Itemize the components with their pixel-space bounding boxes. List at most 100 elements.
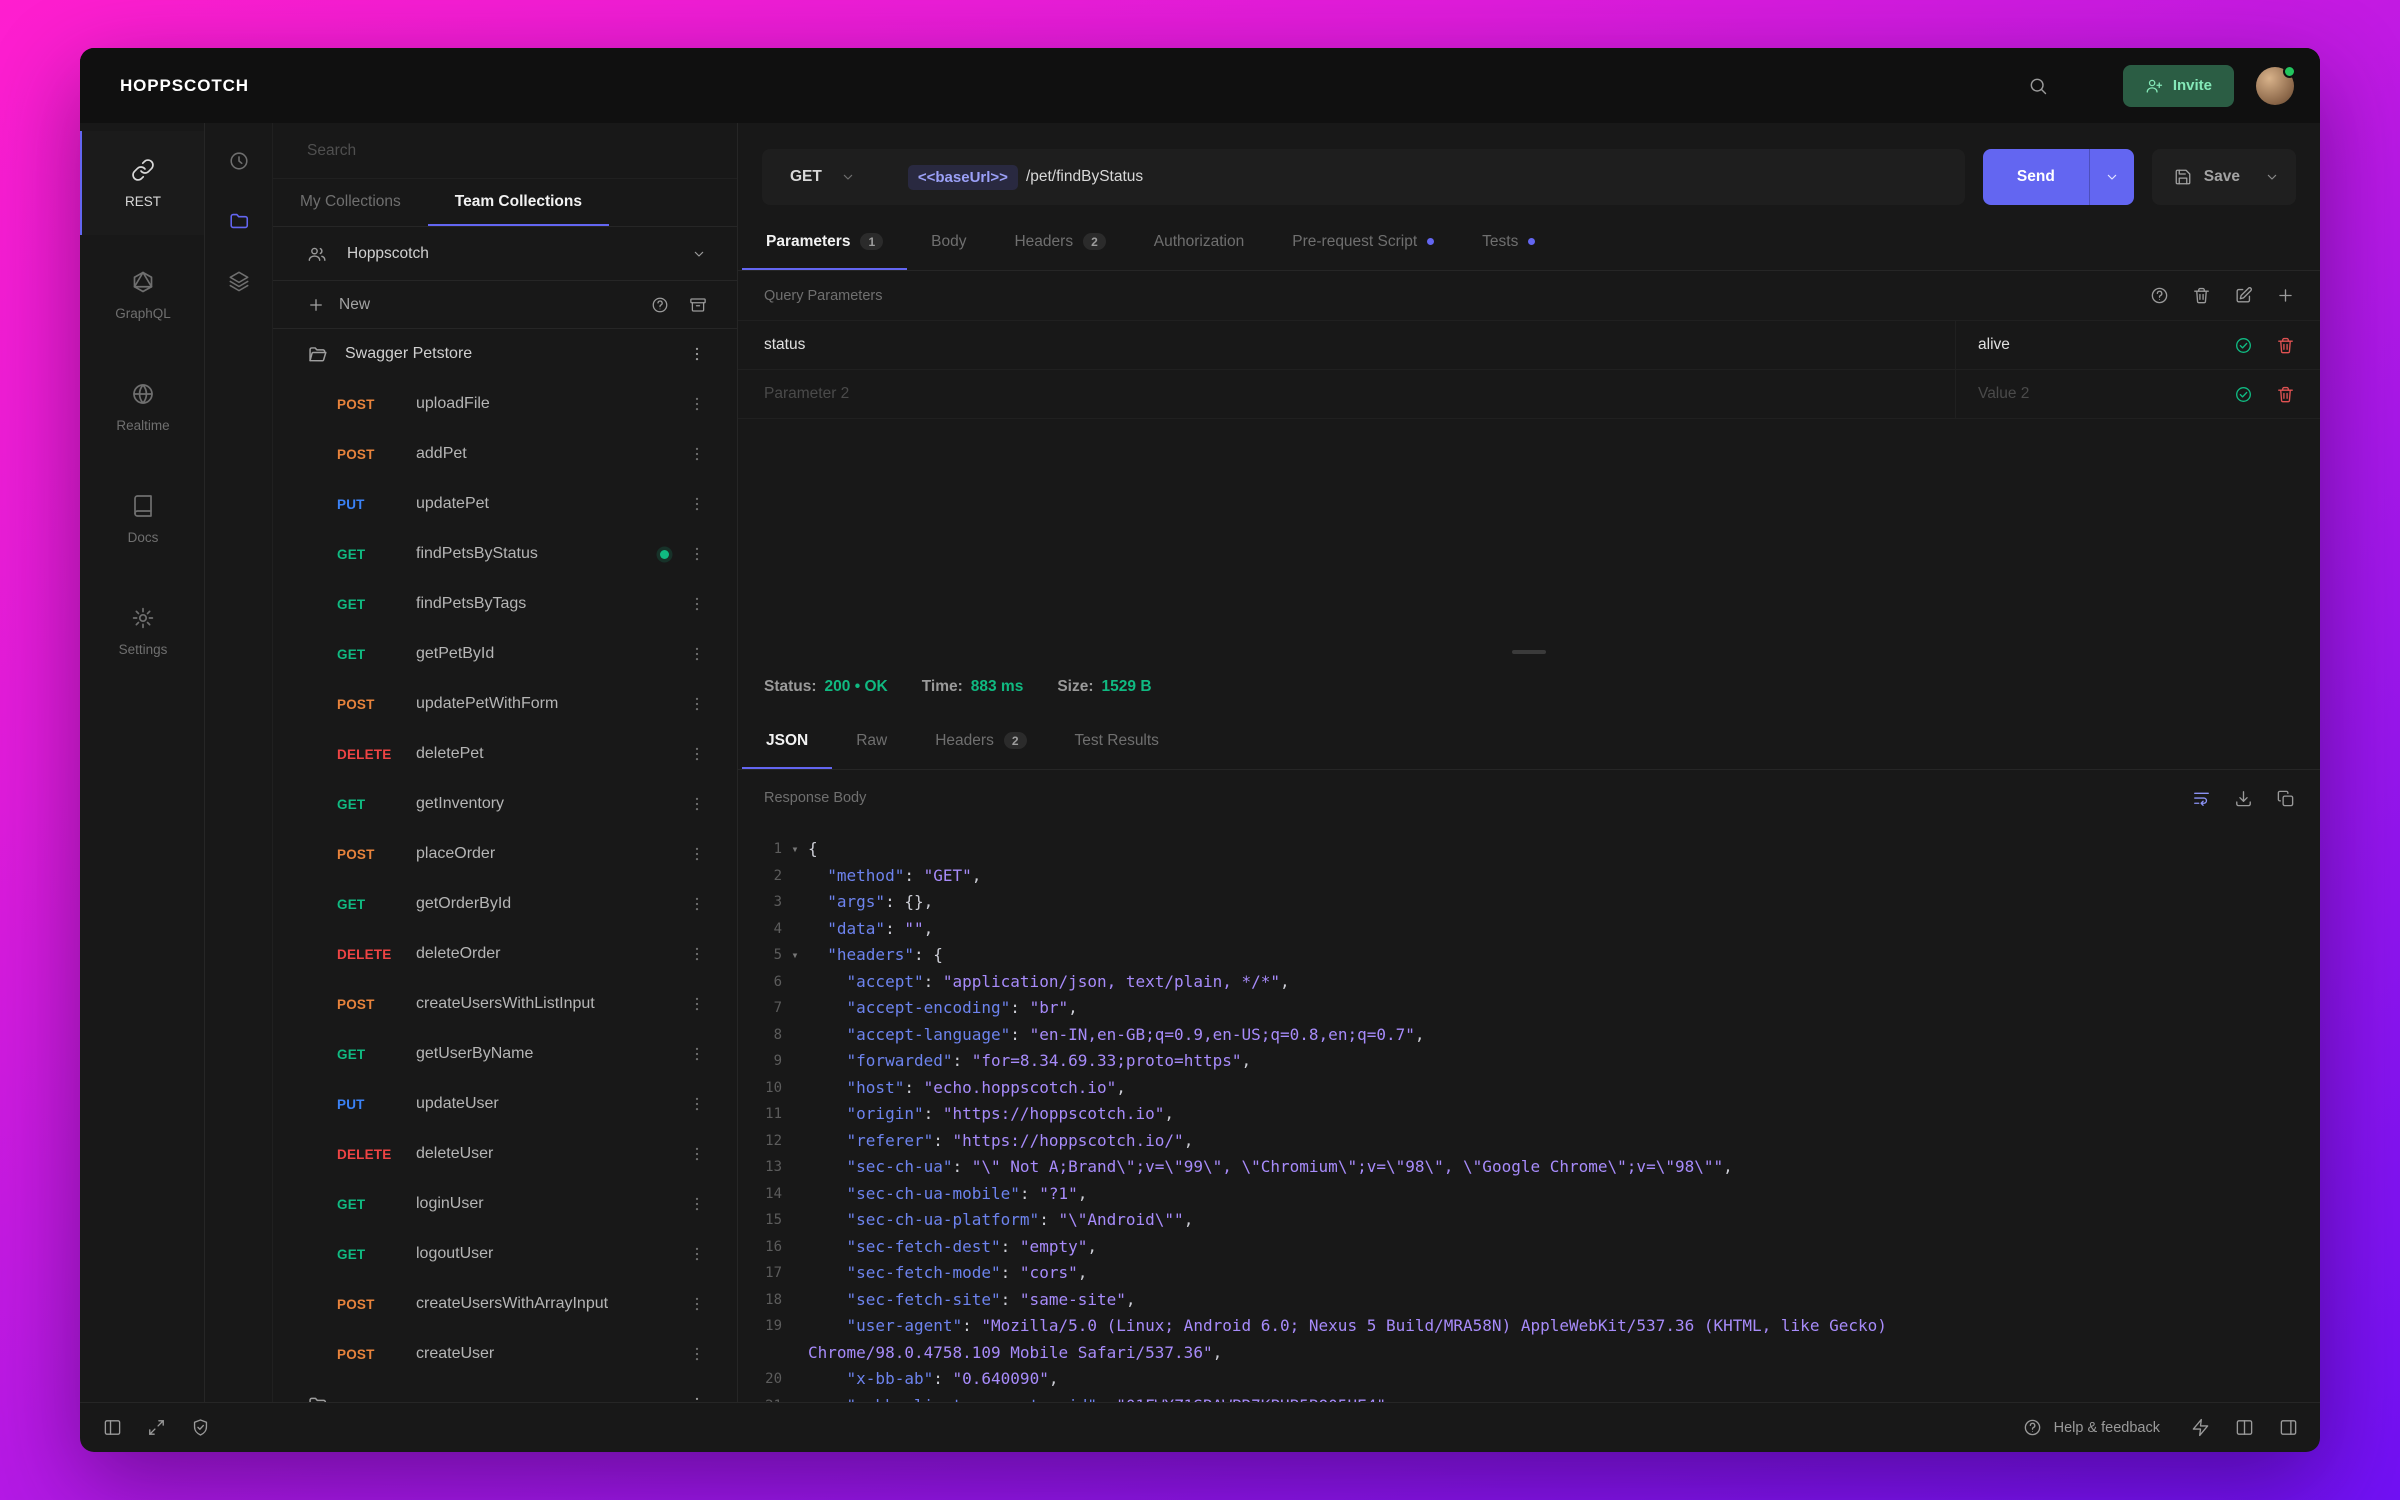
tab-team-collections[interactable]: Team Collections xyxy=(427,179,609,226)
copy-button[interactable] xyxy=(2268,781,2302,815)
request-item-loginUser[interactable]: GET loginUser xyxy=(273,1179,737,1229)
options-menu-button[interactable] xyxy=(683,1090,711,1118)
request-item-logoutUser[interactable]: GET logoutUser xyxy=(273,1229,737,1279)
param-value-input[interactable]: Value 2 xyxy=(1955,370,2225,418)
tab-pre-request-script[interactable]: Pre-request Script xyxy=(1268,215,1458,270)
param-delete-button[interactable] xyxy=(2268,328,2302,362)
import-export-button[interactable] xyxy=(681,288,715,322)
request-item-addPet[interactable]: POST addPet xyxy=(273,429,737,479)
options-menu-button[interactable] xyxy=(683,940,711,968)
panel-tab-clock[interactable] xyxy=(217,139,261,183)
request-item-findPetsByTags[interactable]: GET findPetsByTags xyxy=(273,579,737,629)
sidebar-item-docs[interactable]: Docs xyxy=(80,467,204,571)
url-input[interactable]: <<baseUrl>> /pet/findByStatus xyxy=(880,164,1965,190)
collections-help-button[interactable] xyxy=(643,288,677,322)
request-item-createUsersWithListInput[interactable]: POST createUsersWithListInput xyxy=(273,979,737,1029)
param-key-input[interactable]: Parameter 2 xyxy=(738,370,1955,418)
send-options-button[interactable] xyxy=(2088,149,2134,205)
options-menu-button[interactable] xyxy=(683,790,711,818)
options-menu-button[interactable] xyxy=(683,1140,711,1168)
trash-button[interactable] xyxy=(2184,279,2218,313)
request-item-placeOrder[interactable]: POST placeOrder xyxy=(273,829,737,879)
param-value-input[interactable]: alive xyxy=(1955,321,2225,369)
request-item-createUsersWithArrayInput[interactable]: POST createUsersWithArrayInput xyxy=(273,1279,737,1329)
options-menu-button[interactable] xyxy=(683,640,711,668)
save-button[interactable]: Save xyxy=(2151,149,2296,205)
collection-folder[interactable]: Swagger Petstore xyxy=(273,329,737,379)
options-menu-button[interactable] xyxy=(683,1290,711,1318)
fold-toggle-icon[interactable]: ▾ xyxy=(782,942,808,969)
sidebar-item-graphql[interactable]: GraphQL xyxy=(80,243,204,347)
request-item-findPetsByStatus[interactable]: GET findPetsByStatus xyxy=(273,529,737,579)
expand-button[interactable] xyxy=(138,1410,174,1446)
tab-parameters[interactable]: Parameters 1 xyxy=(742,215,908,270)
wrap-text-button[interactable] xyxy=(2184,781,2218,815)
collection-folder[interactable] xyxy=(273,1379,737,1402)
sidebar-item-realtime[interactable]: Realtime xyxy=(80,355,204,459)
request-item-createUser[interactable]: POST createUser xyxy=(273,1329,737,1379)
avatar[interactable] xyxy=(2256,64,2296,105)
tab-authorization[interactable]: Authorization xyxy=(1130,215,1268,270)
method-select[interactable]: GET xyxy=(762,149,880,205)
download-button[interactable] xyxy=(2226,781,2260,815)
tab-my-collections[interactable]: My Collections xyxy=(273,179,428,226)
options-menu-button[interactable] xyxy=(683,540,711,568)
options-menu-button[interactable] xyxy=(683,440,711,468)
request-item-deleteOrder[interactable]: DELETE deleteOrder xyxy=(273,929,737,979)
send-button[interactable]: Send xyxy=(1982,149,2134,205)
sidebar-item-rest[interactable]: REST xyxy=(80,131,204,235)
tab-headers[interactable]: Headers 2 xyxy=(911,714,1050,769)
options-menu-button[interactable] xyxy=(683,1190,711,1218)
options-menu-button[interactable] xyxy=(683,590,711,618)
tab-body[interactable]: Body xyxy=(907,215,990,270)
request-item-getPetById[interactable]: GET getPetById xyxy=(273,629,737,679)
tab-test-results[interactable]: Test Results xyxy=(1051,714,1183,769)
panel-tab-folder[interactable] xyxy=(217,199,261,243)
options-menu-button[interactable] xyxy=(683,890,711,918)
shield-check-button[interactable] xyxy=(182,1410,218,1446)
request-item-updatePet[interactable]: PUT updatePet xyxy=(273,479,737,529)
panel-tab-layers[interactable] xyxy=(217,259,261,303)
tab-tests[interactable]: Tests xyxy=(1458,215,1559,270)
options-menu-button[interactable] xyxy=(683,990,711,1018)
edit-button[interactable] xyxy=(2226,279,2260,313)
tab-json[interactable]: JSON xyxy=(742,714,833,769)
columns-button[interactable] xyxy=(2226,1410,2262,1446)
search-input[interactable] xyxy=(307,141,703,160)
new-collection-button[interactable]: New xyxy=(307,296,639,314)
options-menu-button[interactable] xyxy=(683,340,711,368)
request-item-getInventory[interactable]: GET getInventory xyxy=(273,779,737,829)
resize-handle[interactable] xyxy=(1512,650,1546,654)
help-button[interactable] xyxy=(2142,279,2176,313)
options-menu-button[interactable] xyxy=(683,1040,711,1068)
sidebar-item-settings[interactable]: Settings xyxy=(80,579,204,683)
panel-right-button[interactable] xyxy=(2270,1410,2306,1446)
options-menu-button[interactable] xyxy=(683,390,711,418)
fold-toggle-icon[interactable]: ▾ xyxy=(782,836,808,863)
request-item-deleteUser[interactable]: DELETE deleteUser xyxy=(273,1129,737,1179)
param-delete-button[interactable] xyxy=(2268,377,2302,411)
save-options-button[interactable] xyxy=(2252,169,2292,185)
options-menu-button[interactable] xyxy=(683,740,711,768)
tab-raw[interactable]: Raw xyxy=(832,714,911,769)
request-item-getOrderById[interactable]: GET getOrderById xyxy=(273,879,737,929)
options-menu-button[interactable] xyxy=(683,1340,711,1368)
param-key-input[interactable]: status xyxy=(738,321,1955,369)
options-menu-button[interactable] xyxy=(683,1390,711,1402)
panel-left-button[interactable] xyxy=(94,1410,130,1446)
request-item-deletePet[interactable]: DELETE deletePet xyxy=(273,729,737,779)
pane-resizer[interactable] xyxy=(738,644,2320,660)
options-menu-button[interactable] xyxy=(683,840,711,868)
param-toggle-button[interactable] xyxy=(2226,377,2260,411)
options-menu-button[interactable] xyxy=(683,490,711,518)
support-button[interactable] xyxy=(2065,67,2103,105)
param-toggle-button[interactable] xyxy=(2226,328,2260,362)
help-feedback-button[interactable]: Help & feedback xyxy=(2017,1418,2174,1437)
zap-button[interactable] xyxy=(2182,1410,2218,1446)
request-item-uploadFile[interactable]: POST uploadFile xyxy=(273,379,737,429)
request-item-getUserByName[interactable]: GET getUserByName xyxy=(273,1029,737,1079)
request-item-updateUser[interactable]: PUT updateUser xyxy=(273,1079,737,1129)
response-code[interactable]: 1 ▾{2 "method": "GET", 3 "args": {}, 4 "dat… xyxy=(738,826,2320,1402)
options-menu-button[interactable] xyxy=(683,1240,711,1268)
search-button[interactable] xyxy=(2019,67,2057,105)
